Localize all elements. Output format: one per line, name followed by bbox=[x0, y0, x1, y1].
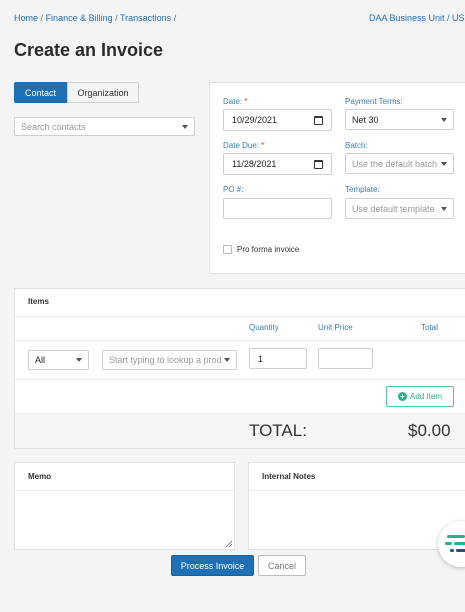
divider bbox=[15, 340, 465, 341]
breadcrumb-home[interactable]: Home bbox=[14, 13, 38, 23]
calendar-icon[interactable] bbox=[314, 160, 323, 169]
template-value: Use default template bbox=[352, 203, 435, 214]
po-label: PO #: bbox=[223, 185, 244, 194]
menu-lines-icon bbox=[445, 535, 465, 552]
total-value: $0.00 bbox=[408, 421, 451, 440]
cancel-button[interactable]: Cancel bbox=[258, 555, 306, 576]
batch-select[interactable]: Use the default batch bbox=[345, 153, 454, 174]
payment-terms-select[interactable]: Net 30 bbox=[345, 109, 454, 130]
quantity-value: 1 bbox=[258, 353, 264, 364]
breadcrumb: Home / Finance & Billing / Transactions … bbox=[14, 13, 176, 23]
process-invoice-button[interactable]: Process Invoice bbox=[171, 555, 254, 576]
chevron-down-icon bbox=[76, 358, 82, 362]
resize-handle-icon[interactable] bbox=[225, 540, 232, 547]
chevron-down-icon bbox=[224, 358, 230, 362]
calendar-icon[interactable] bbox=[314, 116, 323, 125]
product-lookup-select[interactable]: Start typing to lookup a prod bbox=[102, 350, 237, 370]
required-mark: * bbox=[261, 141, 265, 150]
date-due-input[interactable]: 11/28/2021 bbox=[223, 153, 332, 175]
batch-value: Use the default batch bbox=[352, 158, 438, 169]
template-label: Template: bbox=[345, 185, 380, 194]
item-type-value: All bbox=[35, 355, 46, 365]
memo-label: Memo bbox=[28, 472, 52, 481]
required-mark: * bbox=[244, 97, 248, 106]
breadcrumb-separator: / bbox=[115, 13, 118, 23]
template-select[interactable]: Use default template bbox=[345, 198, 454, 219]
items-title: Items bbox=[28, 297, 49, 306]
pro-forma-label: Pro forma invoice bbox=[237, 245, 300, 254]
column-unit-price: Unit Price bbox=[318, 323, 353, 332]
breadcrumb-separator: / bbox=[40, 13, 44, 23]
date-value: 10/29/2021 bbox=[232, 115, 278, 125]
date-due-value: 11/28/2021 bbox=[232, 159, 277, 169]
chevron-down-icon bbox=[182, 124, 188, 129]
divider bbox=[15, 379, 465, 380]
chevron-down-icon bbox=[441, 206, 447, 211]
internal-notes-textarea[interactable] bbox=[249, 491, 465, 549]
chevron-down-icon bbox=[441, 117, 447, 122]
divider bbox=[15, 316, 465, 317]
po-input[interactable] bbox=[223, 198, 332, 219]
tab-organization[interactable]: Organization bbox=[67, 82, 139, 103]
date-input[interactable]: 10/29/2021 bbox=[223, 109, 332, 131]
pro-forma-checkbox[interactable] bbox=[223, 245, 232, 254]
internal-notes-label: Internal Notes bbox=[262, 472, 316, 481]
date-due-label: Date Due: * bbox=[223, 141, 265, 150]
column-total: Total bbox=[421, 323, 438, 332]
contact-search-placeholder: Search contacts bbox=[21, 121, 86, 132]
total-row bbox=[15, 413, 465, 448]
total-label: TOTAL: bbox=[249, 421, 307, 440]
unit-price-input[interactable] bbox=[318, 348, 373, 369]
memo-textarea[interactable] bbox=[15, 491, 234, 549]
add-item-label: Add Item bbox=[409, 392, 442, 401]
item-type-select[interactable]: All bbox=[28, 350, 89, 370]
payment-terms-label: Payment Terms: bbox=[345, 97, 403, 106]
business-unit-selector[interactable]: DAA Business Unit / USD bbox=[369, 13, 465, 23]
contact-search-select[interactable]: Search contacts bbox=[14, 117, 195, 136]
date-label: Date: * bbox=[223, 97, 248, 106]
breadcrumb-separator: / bbox=[173, 13, 177, 23]
tab-contact[interactable]: Contact bbox=[14, 82, 67, 103]
product-lookup-placeholder: Start typing to lookup a prod bbox=[109, 355, 222, 365]
add-item-button[interactable]: + Add Item bbox=[386, 386, 454, 407]
batch-label: Batch: bbox=[345, 141, 368, 150]
plus-circle-icon: + bbox=[397, 392, 407, 401]
breadcrumb-finance-billing[interactable]: Finance & Billing bbox=[46, 13, 113, 23]
quantity-input[interactable]: 1 bbox=[249, 348, 307, 369]
chevron-down-icon bbox=[441, 161, 447, 166]
payment-terms-value: Net 30 bbox=[352, 114, 379, 125]
column-quantity: Quantity bbox=[249, 323, 279, 332]
page-title: Create an Invoice bbox=[14, 40, 164, 60]
breadcrumb-transactions[interactable]: Transactions bbox=[120, 13, 171, 23]
